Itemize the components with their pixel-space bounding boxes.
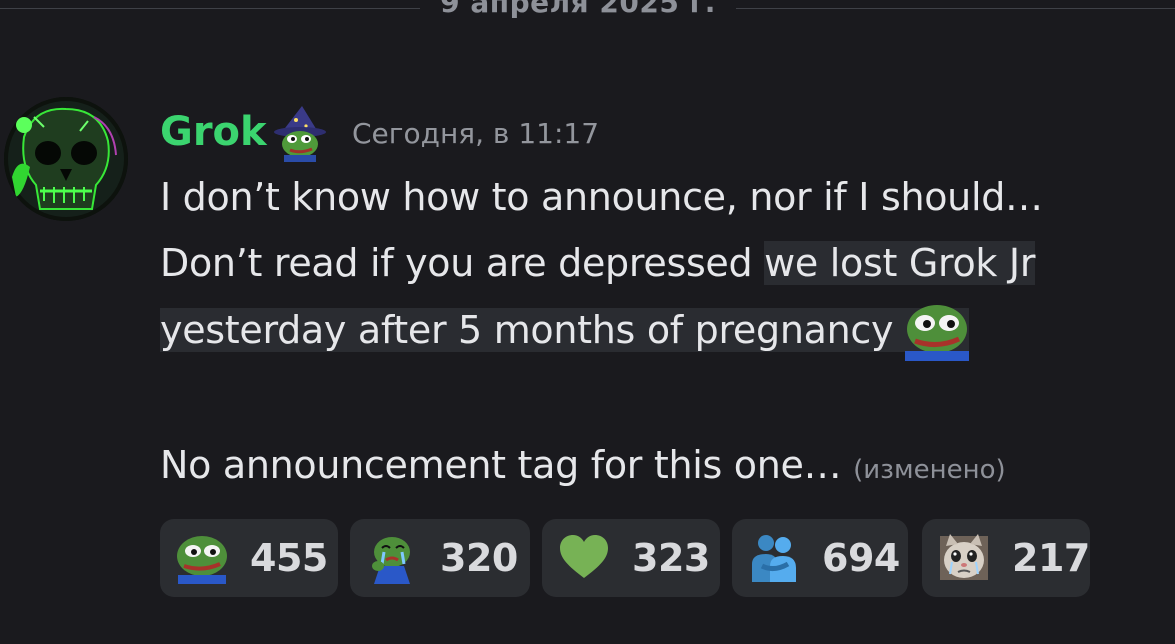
message-line-2: Don’t read if you are depressed we lost … [160,230,1035,296]
reaction-count: 455 [250,536,328,580]
date-divider: 9 апреля 2025 г. [0,0,1175,24]
reaction-green-heart[interactable]: 323 [542,519,720,597]
message-line-1: I don’t know how to announce, nor if I s… [160,175,1043,219]
date-divider-label: 9 апреля 2025 г. [440,0,716,19]
crying-cat-icon [938,532,990,584]
message-timestamp[interactable]: Сегодня, в 11:17 [352,114,599,154]
people-hugging-icon [748,532,800,584]
spoiler-text[interactable]: we lost Grok Jr [764,241,1035,285]
reaction-sad-pepe[interactable]: 455 [160,519,338,597]
reaction-count: 320 [440,536,518,580]
sad-pepe-icon [176,532,228,584]
spoiler-text-content: yesterday after 5 months of pregnancy [160,308,905,352]
reaction-count: 694 [822,536,900,580]
divider-line-left [0,8,420,9]
skull-avatar-icon [4,97,128,221]
reaction-people-hugging[interactable]: 694 [732,519,908,597]
sad-pepe-emoji [904,299,969,361]
green-heart-icon [558,532,610,584]
divider-line-right [736,8,1175,9]
username[interactable]: Grok [160,106,267,158]
wizard-pepe-icon[interactable] [272,104,330,162]
message-line-4: No announcement tag for this one… (измен… [160,432,1006,503]
edited-label: (изменено) [853,455,1006,485]
message-line-3: yesterday after 5 months of pregnancy [160,297,969,363]
reaction-count: 323 [632,536,710,580]
crying-pepe-icon [366,532,418,584]
message-text: No announcement tag for this one… [160,443,842,487]
reaction-crying-cat[interactable]: 217 [922,519,1090,597]
reaction-count: 217 [1012,536,1090,580]
reaction-crying-pepe[interactable]: 320 [350,519,530,597]
avatar[interactable] [4,97,128,221]
message-text: Don’t read if you are depressed [160,241,765,285]
spoiler-text[interactable]: yesterday after 5 months of pregnancy [160,305,969,361]
